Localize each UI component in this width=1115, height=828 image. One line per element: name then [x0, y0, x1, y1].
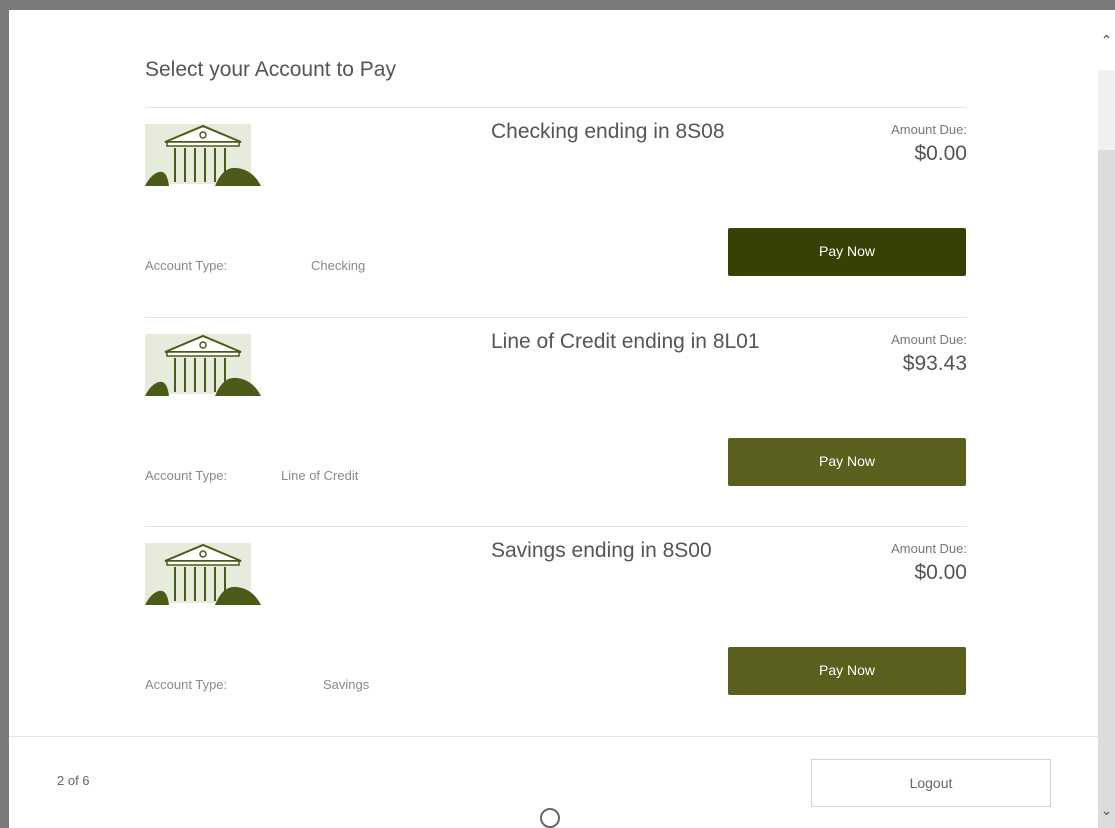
amount-due-value: $93.43 [902, 352, 967, 375]
bank-building-icon [145, 124, 261, 186]
logout-button[interactable]: Logout [811, 759, 1051, 807]
amount-due-value: $0.00 [914, 142, 967, 165]
vertical-scrollbar[interactable] [1098, 30, 1115, 828]
bank-building-icon [145, 334, 261, 396]
account-type-value: Checking [311, 258, 366, 273]
account-type-label: Account Type: [145, 468, 228, 483]
account-name: Line of Credit ending in 8L01 [491, 330, 760, 353]
dialog-window: Select your Account to Pay Checking endi… [9, 10, 1115, 828]
amount-due-label: Amount Due: [891, 541, 967, 556]
amount-due-label: Amount Due: [891, 122, 967, 137]
screen-frame: Select your Account to Pay Checking endi… [0, 0, 1115, 828]
account-card-line-of-credit: Line of Credit ending in 8L01 Amount Due… [145, 317, 967, 527]
pay-now-button-line-of-credit[interactable]: Pay Now [728, 438, 966, 486]
account-type-value: Line of Credit [281, 468, 359, 483]
page-indicator: 2 of 6 [57, 773, 90, 788]
page-title: Select your Account to Pay [145, 58, 396, 81]
pay-now-button-checking[interactable]: Pay Now [728, 228, 966, 276]
account-card-savings: Savings ending in 8S00 Amount Due: $0.00… [145, 526, 967, 736]
account-type-value: Savings [323, 677, 370, 692]
pay-now-button-savings[interactable]: Pay Now [728, 647, 966, 695]
amount-due-value: $0.00 [914, 561, 967, 584]
account-type-label: Account Type: [145, 258, 228, 273]
scrollbar-thumb[interactable] [1098, 150, 1115, 828]
chevron-down-icon[interactable]: ⌄ [1098, 800, 1115, 820]
amount-due-label: Amount Due: [891, 332, 967, 347]
account-name: Savings ending in 8S00 [491, 539, 712, 562]
chevron-up-icon[interactable]: ⌃ [1098, 10, 1115, 70]
circle-icon [540, 808, 560, 828]
account-card-checking: Checking ending in 8S08 Amount Due: $0.0… [145, 107, 967, 317]
account-name: Checking ending in 8S08 [491, 120, 725, 143]
account-type-label: Account Type: [145, 677, 228, 692]
bank-building-icon [145, 543, 261, 605]
